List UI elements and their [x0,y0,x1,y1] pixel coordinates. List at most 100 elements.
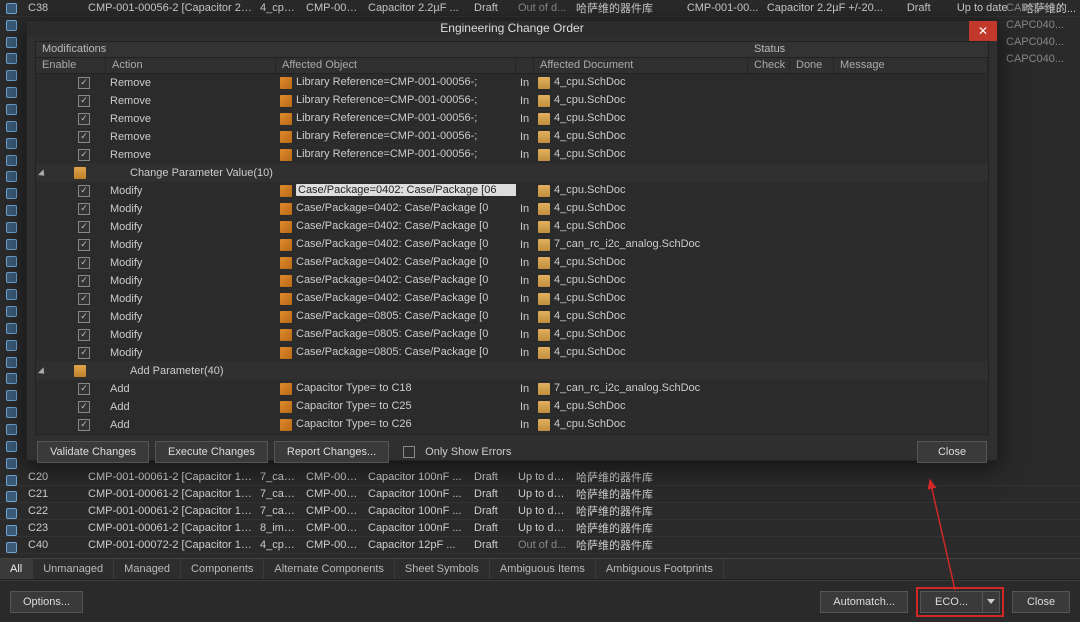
group-row[interactable]: Add Parameter(40) [36,362,988,380]
action-cell: Modify [106,221,276,233]
column-header-row: Enable Action Affected Object Affected D… [36,58,988,74]
col-done[interactable]: Done [790,58,834,73]
modification-row[interactable]: ModifyCase/Package=0402: Case/Package [0… [36,182,988,200]
modification-row[interactable]: RemoveLibrary Reference=CMP-001-00056-;I… [36,146,988,164]
dialog-close-button[interactable]: Close [917,441,987,463]
col-affected-object[interactable]: Affected Object [276,58,516,73]
affected-object-cell: Capacitor Type= to C26 [276,418,516,430]
modification-row[interactable]: ModifyCase/Package=0402: Case/Package [0… [36,290,988,308]
expand-icon[interactable] [40,168,50,178]
validate-button[interactable]: Validate Changes [37,441,149,463]
enable-checkbox[interactable] [78,185,90,197]
modification-row[interactable]: ModifyCase/Package=0402: Case/Package [0… [36,236,988,254]
report-button[interactable]: Report Changes... [274,441,389,463]
tab-all[interactable]: All [0,559,33,579]
eco-dropdown[interactable] [982,591,1000,613]
param-icon [280,329,292,341]
modification-row[interactable]: ModifyCase/Package=0402: Case/Package [0… [36,254,988,272]
tab-components[interactable]: Components [181,559,264,579]
modification-row[interactable]: RemoveLibrary Reference=CMP-001-00056-;I… [36,74,988,92]
tab-alternate-components[interactable]: Alternate Components [264,559,394,579]
modification-row[interactable]: RemoveLibrary Reference=CMP-001-00056-;I… [36,92,988,110]
param-icon [280,149,292,161]
action-cell: Remove [106,131,276,143]
modification-row[interactable]: RemoveLibrary Reference=CMP-001-00056-;I… [36,128,988,146]
dialog-titlebar[interactable]: Engineering Change Order ✕ [27,21,997,35]
enable-checkbox[interactable] [78,383,90,395]
param-icon [280,275,292,287]
modification-row[interactable]: ModifyCase/Package=0805: Case/Package [0… [36,326,988,344]
only-errors-checkbox[interactable] [403,446,415,458]
expand-icon[interactable] [40,366,50,376]
filter-tabs: AllUnmanagedManagedComponentsAlternate C… [0,558,1080,580]
action-cell: Add [106,383,276,395]
doc-icon [538,257,550,269]
enable-checkbox[interactable] [78,149,90,161]
doc-icon [538,239,550,251]
table-row[interactable]: C21CMP-001-00061-2 [Capacitor 100nF...7_… [0,486,1080,503]
execute-button[interactable]: Execute Changes [155,441,268,463]
eco-button[interactable]: ECO... [920,591,982,613]
automatch-button[interactable]: Automatch... [820,591,908,613]
doc-icon [538,311,550,323]
doc-icon [538,329,550,341]
enable-checkbox[interactable] [78,95,90,107]
modification-row[interactable]: AddCapacitor Type= to C25In4_cpu.SchDoc [36,398,988,416]
affected-doc-cell: 4_cpu.SchDoc [534,76,748,88]
tab-unmanaged[interactable]: Unmanaged [33,559,114,579]
modifications-grid: Modifications Status Enable Action Affec… [35,41,989,435]
enable-checkbox[interactable] [78,113,90,125]
modification-row[interactable]: AddCapacitor Type= to C18In7_can_rc_i2c_… [36,380,988,398]
enable-checkbox[interactable] [78,131,90,143]
group-row[interactable]: Change Parameter Value(10) [36,164,988,182]
modification-row[interactable]: AddCapacitor Type= to C26In4_cpu.SchDoc [36,416,988,434]
tab-ambiguous-items[interactable]: Ambiguous Items [490,559,596,579]
enable-checkbox[interactable] [78,239,90,251]
enable-checkbox[interactable] [78,203,90,215]
table-row[interactable]: C22CMP-001-00061-2 [Capacitor 100nF...7_… [0,503,1080,520]
modification-row[interactable]: ModifyCase/Package=0805: Case/Package [0… [36,308,988,326]
col-message[interactable]: Message [834,58,988,73]
modification-row[interactable]: ModifyCase/Package=0402: Case/Package [0… [36,200,988,218]
table-row[interactable]: C40CMP-001-00072-2 [Capacitor 12pF ...4_… [0,537,1080,554]
enable-checkbox[interactable] [78,77,90,89]
affected-doc-cell: 4_cpu.SchDoc [534,184,748,196]
enable-checkbox[interactable] [78,293,90,305]
enable-checkbox[interactable] [78,221,90,233]
tab-sheet-symbols[interactable]: Sheet Symbols [395,559,490,579]
enable-checkbox[interactable] [78,329,90,341]
col-enable[interactable]: Enable [36,58,106,73]
modification-rows[interactable]: RemoveLibrary Reference=CMP-001-00056-;I… [36,74,988,434]
group-header-mods: Modifications [36,42,748,57]
affected-object-cell: Library Reference=CMP-001-00056-; [276,94,516,106]
param-icon [280,257,292,269]
col-check[interactable]: Check [748,58,790,73]
modification-row[interactable]: ModifyCase/Package=0805: Case/Package [0… [36,344,988,362]
close-icon[interactable]: ✕ [969,21,997,41]
modification-row[interactable]: ModifyCase/Package=0402: Case/Package [0… [36,272,988,290]
action-cell: Modify [106,329,276,341]
doc-icon [538,203,550,215]
enable-checkbox[interactable] [78,419,90,431]
enable-checkbox[interactable] [78,275,90,287]
affected-doc-cell: 7_can_rc_i2c_analog.SchDoc [534,238,748,250]
enable-checkbox[interactable] [78,347,90,359]
options-button[interactable]: Options... [10,591,83,613]
modification-row[interactable]: RemoveLibrary Reference=CMP-001-00056-;I… [36,110,988,128]
modification-row[interactable]: ModifyCase/Package=0402: Case/Package [0… [36,218,988,236]
enable-checkbox[interactable] [78,257,90,269]
tab-managed[interactable]: Managed [114,559,181,579]
dialog-footer: Validate Changes Execute Changes Report … [35,435,989,469]
col-action[interactable]: Action [106,58,276,73]
enable-checkbox[interactable] [78,401,90,413]
tab-ambiguous-footprints[interactable]: Ambiguous Footprints [596,559,724,579]
affected-object-cell: Case/Package=0402: Case/Package [0 [276,256,516,268]
enable-checkbox[interactable] [78,311,90,323]
close-button[interactable]: Close [1012,591,1070,613]
col-affected-document[interactable]: Affected Document [534,58,748,73]
affected-doc-cell: 4_cpu.SchDoc [534,418,748,430]
doc-icon [538,275,550,287]
doc-icon [538,347,550,359]
table-row[interactable]: C23CMP-001-00061-2 [Capacitor 100nF...8_… [0,520,1080,537]
table-row[interactable]: C38CMP-001-00056-2 [Capacitor 2.2µF ...4… [0,0,1080,17]
